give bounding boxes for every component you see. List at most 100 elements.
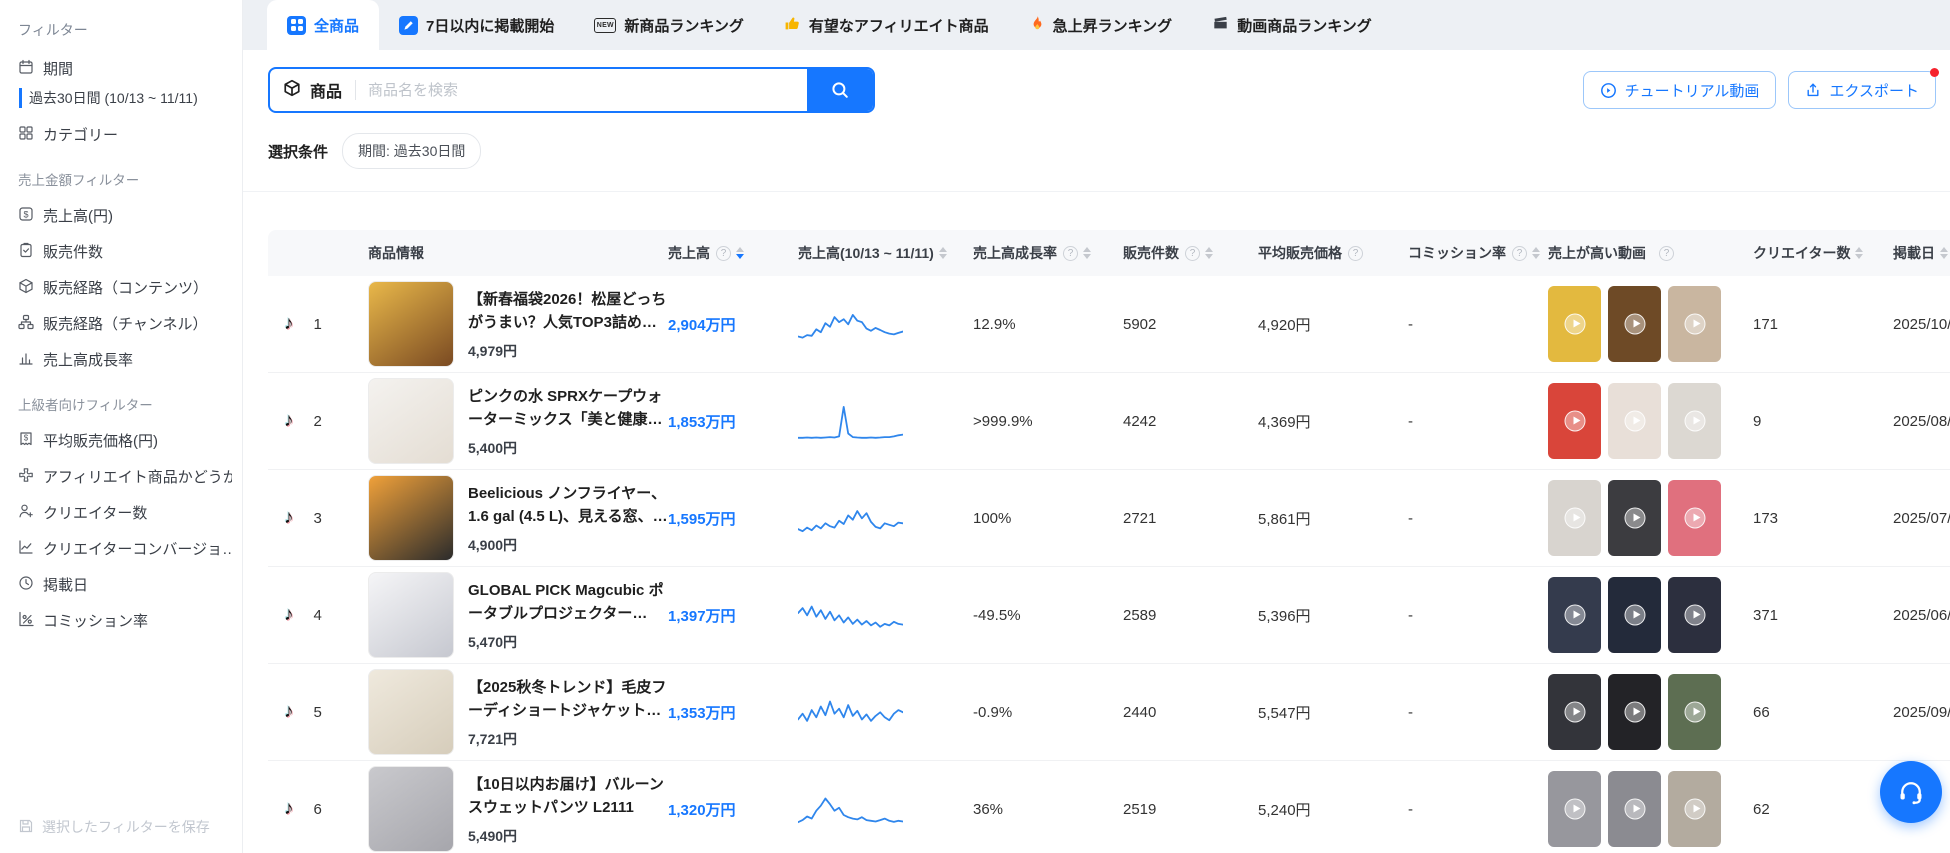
table-row[interactable]: ♪ 6 【10日以内お届け】バルーンスウェットパンツ L2111 5,490円 … — [268, 761, 1950, 853]
video-thumbnail[interactable] — [1548, 480, 1601, 556]
search-category-selector[interactable]: 商品 — [270, 78, 355, 102]
save-filters-button[interactable]: 選択したフィルターを保存 — [18, 817, 210, 837]
video-thumbnail[interactable] — [1668, 771, 1721, 847]
help-icon[interactable]: ? — [1512, 246, 1527, 261]
revenue-link[interactable]: 2,904万円 — [668, 317, 736, 334]
video-thumbnail[interactable] — [1668, 480, 1721, 556]
search-icon — [829, 79, 851, 101]
col-sales[interactable]: 販売件数 — [1123, 243, 1179, 263]
filter-channel-content[interactable]: 販売経路（コンテンツ） — [18, 277, 232, 298]
revenue-link[interactable]: 1,853万円 — [668, 414, 736, 431]
tab-all-products[interactable]: 全商品 — [267, 0, 379, 50]
sort-control[interactable] — [1532, 247, 1540, 259]
tiktok-icon: ♪ — [284, 313, 294, 335]
revenue-link[interactable]: 1,353万円 — [668, 705, 736, 722]
video-thumbnail[interactable] — [1548, 674, 1601, 750]
tab-promising-affiliate[interactable]: 有望なアフィリエイト商品 — [764, 0, 1009, 50]
clapperboard-icon — [1212, 15, 1229, 35]
filter-listed-date[interactable]: 掲載日 — [18, 574, 232, 595]
tutorial-video-button[interactable]: チュートリアル動画 — [1583, 71, 1777, 109]
search-button[interactable] — [807, 69, 873, 111]
col-growth[interactable]: 売上高成長率 — [973, 243, 1057, 263]
condition-pill-period[interactable]: 期間: 過去30日間 — [342, 133, 481, 169]
video-thumbnail[interactable] — [1608, 674, 1661, 750]
sort-control[interactable] — [939, 247, 947, 259]
filter-revenue[interactable]: $ 売上高(円) — [18, 205, 232, 226]
product-image[interactable] — [368, 766, 454, 852]
filter-period-selected[interactable]: 過去30日間 (10/13 ~ 11/11) — [19, 88, 232, 108]
video-thumbnail[interactable] — [1548, 771, 1601, 847]
table-row[interactable]: ♪ 2 ピンクの水 SPRXケープウォーターミックス「美と健康… 5,400円 … — [268, 373, 1950, 470]
col-avg-price[interactable]: 平均販売価格 — [1258, 243, 1342, 263]
filter-period[interactable]: 期間 — [18, 58, 232, 79]
table-row[interactable]: ♪ 1 【新春福袋2026！松屋どっちがうまい？人気TOP3詰め… 4,979円… — [268, 276, 1950, 373]
help-icon[interactable]: ? — [1185, 246, 1200, 261]
filter-sales-count[interactable]: 販売件数 — [18, 241, 232, 262]
tab-new-product-ranking[interactable]: NEW 新商品ランキング — [574, 0, 764, 50]
video-thumbnail[interactable] — [1548, 577, 1601, 653]
sort-control[interactable] — [1940, 247, 1948, 259]
col-revenue-trend[interactable]: 売上高(10/13 ~ 11/11) — [798, 243, 934, 263]
filter-channel[interactable]: 販売経路（チャンネル） — [18, 313, 232, 334]
filter-growth-rate[interactable]: 売上高成長率 — [18, 349, 232, 370]
product-title[interactable]: GLOBAL PICK Magcubic ポータブルプロジェクター… — [468, 579, 668, 625]
product-title[interactable]: ピンクの水 SPRXケープウォーターミックス「美と健康… — [468, 385, 668, 431]
video-thumbnail[interactable] — [1668, 383, 1721, 459]
avg-price-value: 4,369円 — [1258, 411, 1408, 432]
play-icon — [1624, 411, 1645, 432]
tab-listed-within-7days[interactable]: 7日以内に掲載開始 — [379, 0, 574, 50]
support-chat-button[interactable] — [1880, 761, 1942, 823]
tab-trending-ranking[interactable]: 急上昇ランキング — [1009, 0, 1193, 50]
product-title[interactable]: 【10日以内お届け】バルーンスウェットパンツ L2111 — [468, 773, 668, 819]
col-listed[interactable]: 掲載日 — [1893, 243, 1935, 263]
sort-control[interactable] — [1205, 247, 1213, 259]
video-thumbnail[interactable] — [1608, 286, 1661, 362]
filter-category[interactable]: カテゴリー — [18, 124, 232, 145]
filter-creator-count[interactable]: クリエイター数 — [18, 502, 232, 523]
video-thumbnail[interactable] — [1548, 383, 1601, 459]
revenue-link[interactable]: 1,320万円 — [668, 802, 736, 819]
export-button[interactable]: エクスポート — [1788, 71, 1936, 109]
video-thumbnail[interactable] — [1608, 577, 1661, 653]
product-title[interactable]: 【新春福袋2026！松屋どっちがうまい？人気TOP3詰め… — [468, 288, 668, 334]
video-thumbnail[interactable] — [1608, 480, 1661, 556]
video-thumbnail[interactable] — [1608, 771, 1661, 847]
sort-control[interactable] — [1083, 247, 1091, 259]
help-icon[interactable]: ? — [716, 246, 731, 261]
sort-control[interactable] — [1855, 247, 1863, 259]
product-title[interactable]: 【2025秋冬トレンド】毛皮フーディショートジャケット… — [468, 676, 668, 722]
sort-control[interactable] — [736, 247, 744, 259]
revenue-link[interactable]: 1,595万円 — [668, 511, 736, 528]
filter-affiliate[interactable]: アフィリエイト商品かどうか — [18, 466, 232, 487]
help-icon[interactable]: ? — [1063, 246, 1078, 261]
product-image[interactable] — [368, 572, 454, 658]
product-image[interactable] — [368, 281, 454, 367]
product-image[interactable] — [368, 475, 454, 561]
video-thumbnail[interactable] — [1668, 286, 1721, 362]
tab-video-product-ranking[interactable]: 動画商品ランキング — [1192, 0, 1392, 50]
revenue-sparkline — [798, 496, 903, 540]
col-commission[interactable]: コミッション率 — [1408, 243, 1506, 263]
play-icon — [1624, 702, 1645, 723]
filter-commission-rate[interactable]: コミッション率 — [18, 610, 232, 631]
video-thumbnail[interactable] — [1608, 383, 1661, 459]
product-image[interactable] — [368, 378, 454, 464]
table-row[interactable]: ♪ 5 【2025秋冬トレンド】毛皮フーディショートジャケット… 7,721円 … — [268, 664, 1950, 761]
table-row[interactable]: ♪ 4 GLOBAL PICK Magcubic ポータブルプロジェクター… 5… — [268, 567, 1950, 664]
col-creators[interactable]: クリエイター数 — [1753, 243, 1850, 263]
col-revenue[interactable]: 売上高 — [668, 243, 710, 263]
video-thumbnail[interactable] — [1668, 577, 1721, 653]
product-title[interactable]: Beelicious ノンフライヤー、1.6 gal (4.5 L)、見える窓、… — [468, 482, 668, 528]
growth-value: -49.5% — [973, 607, 1123, 624]
product-image[interactable] — [368, 669, 454, 755]
help-icon[interactable]: ? — [1348, 246, 1363, 261]
help-icon[interactable]: ? — [1659, 246, 1674, 261]
video-thumbnail[interactable] — [1548, 286, 1601, 362]
video-thumbnail[interactable] — [1668, 674, 1721, 750]
filter-creator-conversion[interactable]: クリエイターコンバージョ… — [18, 538, 232, 559]
clock-icon — [18, 575, 34, 595]
revenue-link[interactable]: 1,397万円 — [668, 608, 736, 625]
filter-avg-price[interactable]: $ 平均販売価格(円) — [18, 430, 232, 451]
table-row[interactable]: ♪ 3 Beelicious ノンフライヤー、1.6 gal (4.5 L)、見… — [268, 470, 1950, 567]
search-input[interactable] — [368, 69, 807, 111]
